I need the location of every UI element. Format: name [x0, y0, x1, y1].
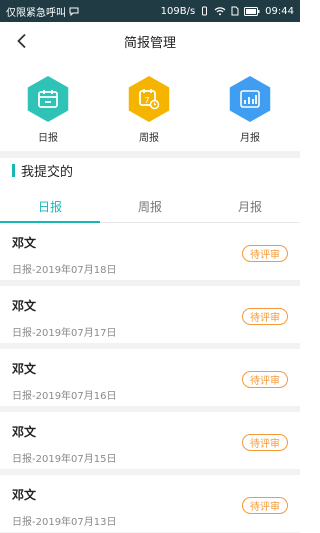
tab-monthly[interactable]: 月报 [200, 190, 300, 222]
list-item[interactable]: 邓文 日报-2019年07月16日 待评审 [0, 349, 300, 412]
section-title: 我提交的 [21, 164, 74, 180]
network-speed: 109B/s [160, 5, 196, 17]
tab-daily[interactable]: 日报 [0, 190, 100, 223]
nav-bar: 简报管理 [0, 22, 300, 60]
submitter-name: 邓文 [12, 236, 37, 250]
section-accent-bar [12, 163, 15, 177]
list-item[interactable]: 邓文 日报-2019年07月13日 待评审 [0, 475, 300, 533]
clock: 09:44 [265, 5, 294, 17]
back-button[interactable] [10, 30, 34, 52]
battery-icon [244, 6, 260, 16]
report-date: 日报-2019年07月18日 [12, 265, 117, 276]
status-bar: 仅限紧急呼叫 109B/s 09:44 [0, 0, 300, 22]
list-item[interactable]: 邓文 日报-2019年07月17日 待评审 [0, 286, 300, 349]
chat-bubble-icon [69, 7, 79, 16]
submitter-name: 邓文 [12, 425, 37, 439]
shortcut-monthly-report[interactable]: 月报 [220, 76, 280, 144]
chevron-left-icon [17, 33, 26, 49]
shortcut-label: 周报 [139, 133, 159, 144]
status-badge: 待评审 [242, 497, 288, 514]
status-badge: 待评审 [242, 434, 288, 451]
submitter-name: 邓文 [12, 362, 37, 376]
shortcut-label: 月报 [240, 133, 260, 144]
report-list: 邓文 日报-2019年07月18日 待评审 邓文 日报-2019年07月17日 … [0, 223, 300, 533]
report-date: 日报-2019年07月16日 [12, 391, 117, 402]
report-date: 日报-2019年07月17日 [12, 328, 117, 339]
submitter-name: 邓文 [12, 299, 37, 313]
report-type-shortcuts: 日报 7 周报 月报 [0, 60, 300, 158]
report-date: 日报-2019年07月15日 [12, 454, 117, 465]
report-date: 日报-2019年07月13日 [12, 517, 117, 528]
list-item[interactable]: 邓文 日报-2019年07月18日 待评审 [0, 223, 300, 286]
vibrate-icon [200, 6, 209, 16]
page-title: 简报管理 [123, 35, 176, 51]
shortcut-label: 日报 [38, 133, 58, 144]
shortcut-weekly-report[interactable]: 7 周报 [119, 76, 179, 144]
svg-text:7: 7 [145, 96, 150, 105]
status-badge: 待评审 [242, 371, 288, 388]
tab-weekly[interactable]: 周报 [100, 190, 200, 222]
status-badge: 待评审 [242, 245, 288, 262]
calendar-icon [27, 76, 69, 122]
section-header: 我提交的 [12, 160, 73, 180]
bar-chart-icon [229, 76, 271, 122]
submitter-name: 邓文 [12, 488, 37, 502]
status-badge: 待评审 [242, 308, 288, 325]
wifi-icon [214, 6, 226, 16]
list-item[interactable]: 邓文 日报-2019年07月15日 待评审 [0, 412, 300, 475]
report-tabs: 日报 周报 月报 [0, 190, 300, 223]
sim-icon [231, 6, 239, 16]
shortcut-daily-report[interactable]: 日报 [18, 76, 78, 144]
carrier-text: 仅限紧急呼叫 [6, 7, 66, 19]
week-calendar-icon: 7 [128, 76, 170, 122]
